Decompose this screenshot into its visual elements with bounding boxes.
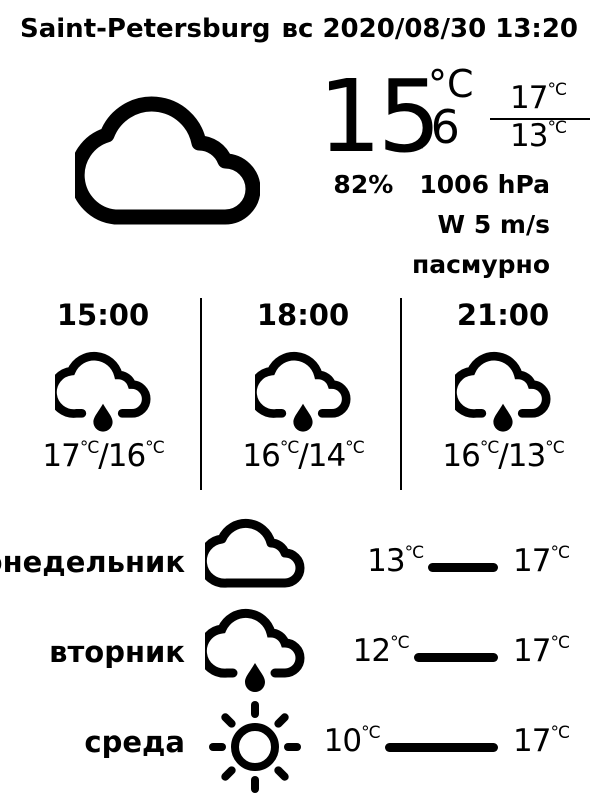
condition: пасмурно [411, 250, 550, 279]
today-low-value: 13 [510, 118, 548, 154]
temp: 16 [442, 438, 480, 474]
hourly-temps: 16°C/13°C [403, 438, 600, 474]
unit: °C [404, 543, 424, 564]
temp: 16 [242, 438, 280, 474]
temp: 13 [367, 543, 405, 579]
humidity: 82% [333, 170, 394, 199]
hourly-temps: 16°C/14°C [203, 438, 403, 474]
today-low: 13°C [510, 118, 567, 154]
cloud-icon [205, 519, 305, 588]
temp: 17 [513, 723, 551, 759]
hourly-time: 18:00 [256, 298, 350, 332]
unit: °C [345, 438, 364, 459]
hourly-item: 18:00 16°C/14°C [203, 298, 403, 474]
temp-range-bar [384, 743, 498, 752]
city-name: Saint-Petersburg [20, 14, 271, 44]
day-min-temp: 12°C [352, 633, 410, 669]
cloud-icon [75, 96, 260, 225]
rain-cloud-icon [205, 609, 305, 692]
day-max-temp: 17°C [513, 633, 570, 669]
date-time: вс 2020/08/30 13:20 [281, 14, 578, 44]
unit: °C [79, 438, 99, 459]
unit: °C [545, 438, 564, 459]
pressure: 1006 hPa [419, 170, 550, 199]
unit: °C [547, 80, 566, 101]
hourly-time: 21:00 [456, 298, 550, 332]
temp: 14 [307, 438, 346, 474]
temp: 17 [513, 543, 551, 579]
temp: 13 [507, 438, 546, 474]
today-high-value: 17 [510, 80, 548, 116]
humidity-pressure: 82% 1006 hPa [333, 170, 550, 199]
day-name: среда [84, 725, 185, 759]
hourly-time: 15:00 [56, 298, 150, 332]
day-max-temp: 17°C [513, 723, 570, 759]
current-temp-decimal: ,6 [416, 100, 460, 154]
weather-display: Saint-Petersburg вс 2020/08/30 13:20 15 … [0, 0, 600, 800]
hourly-item: 21:00 16°C/13°C [403, 298, 600, 474]
temp-range-bar [428, 563, 498, 572]
unit: °C [547, 118, 566, 139]
unit: °C [145, 438, 164, 459]
rain-cloud-icon [455, 351, 551, 432]
unit: °C [479, 438, 499, 459]
current-temp-unit: °C [428, 62, 474, 106]
temp: 12 [352, 633, 391, 669]
day-min-temp: 13°C [367, 543, 424, 579]
day-min-temp: 10°C [323, 723, 381, 759]
rain-cloud-icon [55, 351, 151, 432]
unit: °C [279, 438, 299, 459]
unit: °C [550, 543, 569, 564]
unit: °C [550, 633, 569, 654]
unit: °C [361, 723, 380, 744]
day-name: вторник [49, 635, 185, 669]
slash: / [498, 438, 509, 474]
temp: 10 [323, 723, 362, 759]
day-name: понедельник [0, 545, 185, 579]
wind: W 5 m/s [437, 210, 550, 239]
unit: °C [550, 723, 569, 744]
day-max-temp: 17°C [513, 543, 570, 579]
hourly-item: 15:00 17°C/16°C [3, 298, 203, 474]
slash: / [98, 438, 109, 474]
hourly-temps: 17°C/16°C [3, 438, 203, 474]
temp: 17 [513, 633, 551, 669]
temp: 17 [42, 438, 80, 474]
temp: 16 [107, 438, 146, 474]
today-high: 17°C [510, 80, 567, 116]
temp-range-bar [413, 653, 498, 662]
sun-icon [209, 701, 301, 793]
unit: °C [390, 633, 409, 654]
slash: / [298, 438, 309, 474]
rain-cloud-icon [255, 351, 351, 432]
